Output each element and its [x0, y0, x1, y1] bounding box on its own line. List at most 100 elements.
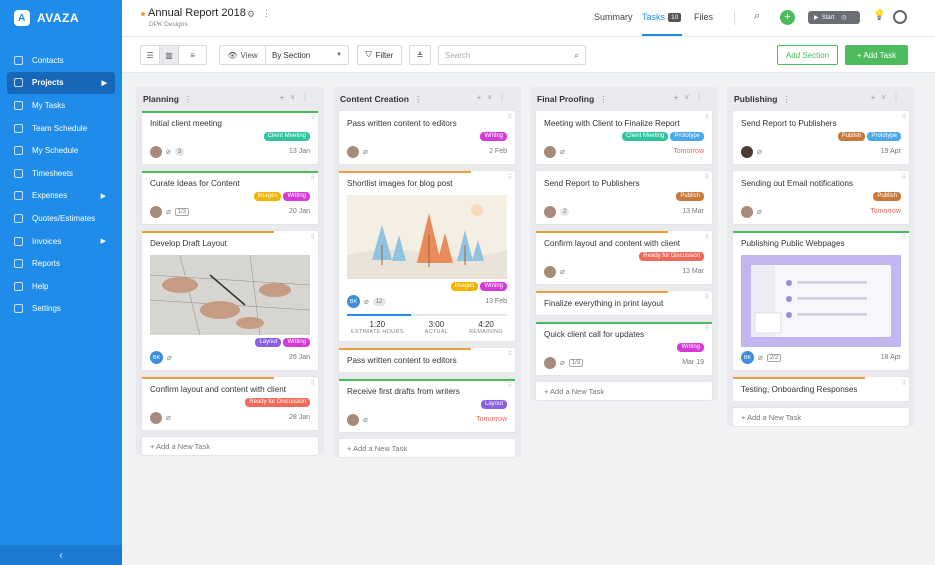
project-title[interactable]: Annual Report 2018	[140, 7, 246, 19]
task-card[interactable]: ⠿ Shortlist images for blog post Images Wri…	[339, 171, 515, 341]
tag-badge[interactable]: Writing	[283, 338, 310, 347]
attachment-icon[interactable]: ⌀	[363, 147, 368, 156]
user-avatar-icon[interactable]	[893, 10, 907, 24]
drag-handle-icon[interactable]: ⠿	[902, 234, 906, 241]
assignee-initials[interactable]: BK	[347, 295, 360, 308]
tag-badge[interactable]: Publish	[873, 192, 901, 201]
drag-handle-icon[interactable]: ⠿	[902, 380, 906, 387]
drag-handle-icon[interactable]: ⠿	[508, 382, 512, 389]
task-card[interactable]: ⠿ Testing, Onboarding Responses	[733, 377, 909, 401]
drag-handle-icon[interactable]: ⠿	[508, 114, 512, 121]
drag-handle-icon[interactable]: ⠿	[705, 234, 709, 241]
search-icon[interactable]: ⌕	[754, 10, 760, 23]
tag-badge[interactable]: Publish	[676, 192, 704, 201]
comment-count[interactable]: 3	[174, 147, 185, 156]
attachment-icon[interactable]: ⌀	[166, 413, 171, 422]
column-controls[interactable]: +˅⋮	[674, 93, 709, 102]
drag-handle-icon[interactable]: ⠿	[705, 114, 709, 121]
tag-badge[interactable]: Layout	[255, 338, 282, 347]
task-card[interactable]: ⠿ Receive first drafts from writers Layout…	[339, 379, 515, 432]
comment-count[interactable]: 2	[560, 207, 570, 216]
attachment-icon[interactable]: ⌀	[757, 147, 762, 156]
column-controls[interactable]: +˅⋮	[871, 93, 906, 102]
attachment-icon[interactable]: ⌀	[166, 147, 171, 156]
drag-handle-icon[interactable]: ⠿	[311, 380, 315, 387]
add-new-task-button[interactable]: + Add a New Task	[339, 439, 515, 457]
tab-tasks[interactable]: Tasks 10	[642, 12, 682, 22]
drag-handle-icon[interactable]: ⠿	[311, 114, 315, 121]
assignee-avatar[interactable]	[544, 265, 556, 278]
tab-summary[interactable]: Summary	[594, 12, 633, 22]
sidebar-item-settings[interactable]: Settings	[0, 298, 122, 321]
add-new-task-button[interactable]: + Add a New Task	[142, 437, 318, 455]
quick-add-button[interactable]: +	[780, 10, 795, 25]
list-view-button[interactable]: ☰	[140, 45, 160, 65]
drag-handle-icon[interactable]: ⠿	[508, 174, 512, 181]
column-controls[interactable]: +˅⋮	[477, 93, 512, 102]
task-card[interactable]: ⠿ Confirm layout and content with client R…	[536, 231, 712, 284]
tag-badge[interactable]: Publish	[837, 132, 866, 141]
sidebar-item-timesheets[interactable]: Timesheets	[0, 162, 122, 185]
board-view-button[interactable]: ▥	[159, 45, 179, 65]
assignee-avatar[interactable]	[741, 145, 753, 158]
task-card[interactable]: ⠿ Send Report to Publishers Publish Prototy…	[733, 111, 909, 164]
assignee-initials[interactable]: BK	[150, 351, 163, 364]
task-card[interactable]: ⠿ Publishing Public Webpages BK ⌀ 2/2 18 Apr	[733, 231, 909, 370]
sidebar-item-invoices[interactable]: Invoices ▶	[0, 230, 122, 253]
tag-badge[interactable]: Prototype	[670, 132, 704, 141]
sidebar-item-expenses[interactable]: Expenses ▶	[0, 185, 122, 208]
subtask-count[interactable]: 2/2	[766, 353, 782, 362]
timeline-view-button[interactable]: ≡	[178, 45, 207, 65]
drag-handle-icon[interactable]: ⠿	[311, 174, 315, 181]
view-group-select[interactable]: 👁 View By Section ▼	[219, 45, 349, 65]
add-task-button[interactable]: + Add Task	[845, 45, 908, 65]
task-card[interactable]: ⠿ Finalize everything in print layout	[536, 291, 712, 315]
attachment-icon[interactable]: ⌀	[363, 415, 368, 424]
attachment-icon[interactable]: ⌀	[167, 353, 172, 362]
drag-handle-icon[interactable]: ⠿	[902, 174, 906, 181]
sidebar-item-help[interactable]: Help	[0, 275, 122, 298]
project-more-icon[interactable]: ⋮	[262, 8, 271, 19]
task-card[interactable]: ⠿ Quick client call for updates Writing ⌀ 1/…	[536, 322, 712, 375]
column-more-icon[interactable]: ⋮	[599, 94, 608, 105]
tag-badge[interactable]: Images	[253, 192, 282, 201]
tag-badge[interactable]: Prototype	[867, 132, 901, 141]
task-card[interactable]: ⠿ Initial client meeting Client Meeting ⌀ 3 1…	[142, 111, 318, 164]
tag-badge[interactable]: Images	[450, 282, 479, 291]
sidebar-item-reports[interactable]: Reports	[0, 252, 122, 275]
drag-handle-icon[interactable]: ⠿	[705, 325, 709, 332]
assignee-avatar[interactable]	[544, 356, 556, 369]
search-input[interactable]: Search ⌕	[438, 45, 586, 65]
tag-badge[interactable]: Ready for Discussion	[245, 398, 310, 407]
attachment-icon[interactable]: ⌀	[560, 358, 565, 367]
assignee-avatar[interactable]	[544, 205, 556, 218]
drag-handle-icon[interactable]: ⠿	[902, 114, 906, 121]
assignee-avatar[interactable]	[150, 205, 162, 218]
sidebar-item-quotes-estimates[interactable]: Quotes/Estimates	[0, 207, 122, 230]
column-more-icon[interactable]: ⋮	[184, 94, 193, 105]
assignee-avatar[interactable]	[150, 411, 162, 424]
drag-handle-icon[interactable]: ⠿	[705, 294, 709, 301]
assignee-avatar[interactable]	[347, 145, 359, 158]
attachment-icon[interactable]: ⌀	[560, 267, 565, 276]
tag-badge[interactable]: Ready for Discussion	[639, 252, 704, 261]
app-logo[interactable]: A AVAZA	[14, 10, 79, 26]
task-card[interactable]: ⠿ Sending out Email notifications Publish ⌀…	[733, 171, 909, 224]
task-card[interactable]: ⠿ Meeting with Client to Finalize Report C…	[536, 111, 712, 164]
subtask-count[interactable]: 1/3	[568, 358, 584, 367]
task-card[interactable]: ⠿ Confirm layout and content with client R…	[142, 377, 318, 430]
column-controls[interactable]: +˅⋮	[280, 93, 315, 102]
task-card[interactable]: ⠿ Develop Draft Layout Layout Writing BK ⌀ 26 …	[142, 231, 318, 370]
sidebar-item-projects[interactable]: Projects ▶	[7, 71, 115, 95]
task-card[interactable]: ⠿ Send Report to Publishers Publish 2 13 Mar	[536, 171, 712, 224]
tag-badge[interactable]: Client Meeting	[621, 132, 669, 141]
sidebar-item-my-tasks[interactable]: My Tasks	[0, 94, 122, 117]
sidebar-item-my-schedule[interactable]: My Schedule	[0, 139, 122, 162]
filter-button[interactable]: ⛉ Filter	[357, 45, 402, 65]
add-section-button[interactable]: Add Section	[777, 45, 838, 65]
column-more-icon[interactable]: ⋮	[414, 94, 423, 105]
column-more-icon[interactable]: ⋮	[782, 94, 791, 105]
attachment-icon[interactable]: ⌀	[757, 207, 762, 216]
add-new-task-button[interactable]: + Add a New Task	[536, 382, 712, 400]
attachment-icon[interactable]: ⌀	[560, 147, 565, 156]
